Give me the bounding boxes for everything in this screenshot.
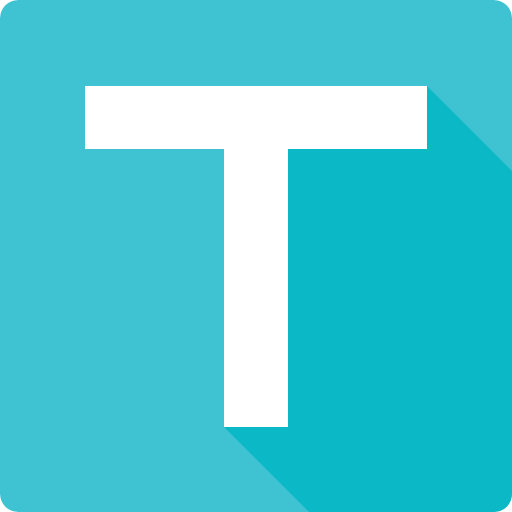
- app-icon: [0, 0, 512, 512]
- letter-t-icon: [0, 0, 512, 512]
